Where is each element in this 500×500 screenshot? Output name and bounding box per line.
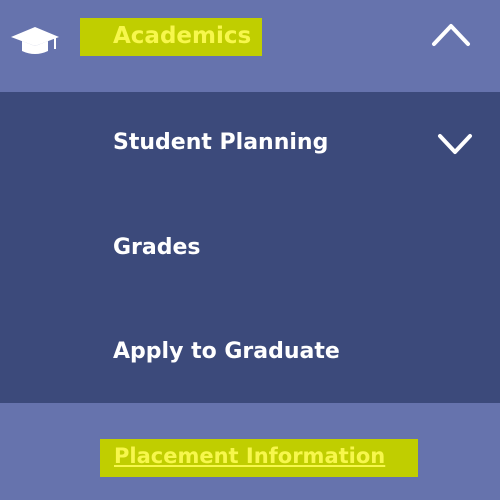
menu-item-apply-to-graduate[interactable]: Apply to Graduate <box>0 300 500 390</box>
academics-menu-header[interactable]: Academics <box>0 0 500 92</box>
academics-menu: Academics Student Planning Grades Apply … <box>0 0 500 500</box>
graduation-cap-icon <box>11 27 59 54</box>
chevron-down-icon[interactable] <box>436 132 474 156</box>
apply-to-graduate-label: Apply to Graduate <box>113 339 340 364</box>
chevron-up-icon[interactable] <box>430 20 472 48</box>
menu-item-placement-information[interactable]: Placement Information <box>0 403 500 500</box>
academics-label: Academics <box>113 23 252 49</box>
grades-label: Grades <box>113 235 201 260</box>
student-planning-label: Student Planning <box>113 130 329 155</box>
menu-item-grades[interactable]: Grades <box>0 196 500 286</box>
placement-information-link[interactable]: Placement Information <box>114 441 385 471</box>
academics-submenu: Student Planning Grades Apply to Graduat… <box>0 92 500 403</box>
menu-item-student-planning[interactable]: Student Planning <box>0 92 500 182</box>
